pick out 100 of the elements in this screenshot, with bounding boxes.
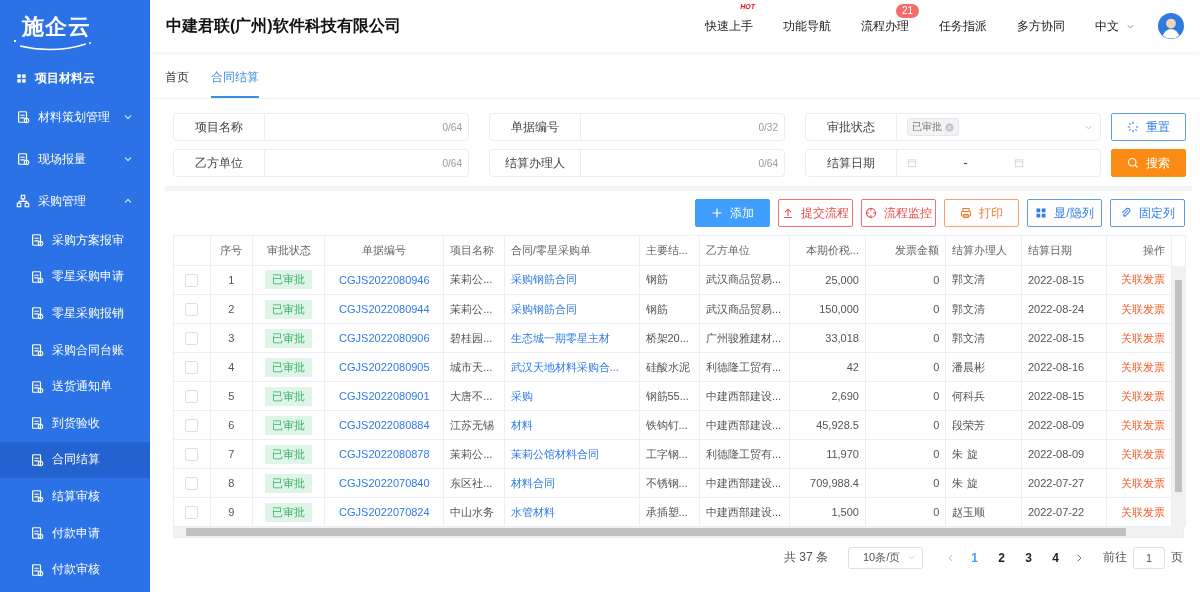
tab[interactable]: 合同结算 [211, 58, 259, 98]
table-link[interactable]: 采购 [510, 389, 533, 402]
table-link[interactable]: 生态城一期零星主材 [510, 331, 610, 344]
table-cell: 硅酸水泥 [639, 352, 700, 382]
table-cell: 25,000 [789, 265, 866, 295]
table-link[interactable]: CGJS2022070824 [339, 506, 430, 518]
page-size-select[interactable]: 10条/页 [848, 546, 923, 569]
table-cell: 中建西部建设... [699, 381, 790, 411]
table-link[interactable]: 采购钢筋合同 [510, 273, 577, 286]
action-link[interactable]: 关联发票 [1121, 331, 1165, 344]
table-cell: 承插塑... [639, 497, 700, 527]
table-link[interactable]: CGJS2022080878 [339, 448, 430, 460]
avatar-icon[interactable] [1158, 13, 1184, 39]
grid-icon [16, 72, 27, 84]
sidebar-item[interactable]: 到货验收 [0, 404, 150, 442]
submit-button[interactable]: 提交流程 [778, 199, 853, 227]
table-cell: 2022-08-15 [1021, 265, 1106, 295]
sidebar-item[interactable]: 采购方案报审 [0, 222, 150, 259]
document-icon [30, 269, 44, 284]
checkbox[interactable] [185, 360, 199, 374]
sidebar-item[interactable]: 零星采购报销 [0, 295, 150, 332]
print-button[interactable]: 打印 [944, 199, 1019, 227]
sidebar-item[interactable]: 送货通知单 [0, 368, 150, 405]
pin-button[interactable]: 固定列 [1110, 199, 1185, 227]
table-link[interactable]: CGJS2022080884 [339, 419, 430, 431]
status-badge: 已审批 [265, 444, 313, 464]
checkbox[interactable] [185, 331, 199, 345]
add-button[interactable]: 添加 [695, 199, 770, 227]
table-cell: 城市天... [443, 352, 505, 382]
document-icon [30, 233, 44, 248]
checkbox[interactable] [185, 302, 199, 316]
sidebar-item[interactable]: 合同结算 [0, 441, 150, 479]
nav-link[interactable]: 流程办理 [861, 18, 909, 33]
table-link[interactable]: CGJS2022080901 [339, 390, 430, 402]
table-cell: 2,690 [789, 381, 866, 411]
table-link[interactable]: 材料 [510, 418, 533, 431]
vertical-scrollbar[interactable] [1172, 265, 1185, 527]
checkbox[interactable] [185, 447, 199, 461]
sidebar-item[interactable]: 付款申请 [0, 514, 150, 552]
table-link[interactable]: 材料合同 [510, 476, 555, 489]
sidebar-item[interactable]: 采购合同台账 [0, 331, 150, 369]
table-cell: 铁钩钉... [639, 410, 700, 440]
checkbox[interactable] [185, 389, 199, 403]
action-link[interactable]: 关联发票 [1121, 505, 1165, 518]
table-link[interactable]: CGJS2022080944 [339, 303, 430, 315]
language-select[interactable]: 中文 [1095, 17, 1136, 35]
previous-icon[interactable] [946, 552, 956, 563]
table-cell: 45,928.5 [789, 410, 866, 440]
table-link[interactable]: 采购钢筋合同 [510, 302, 577, 315]
checkbox[interactable] [185, 418, 199, 432]
sidebar-item[interactable]: 付款审核 [0, 551, 150, 588]
table-link[interactable]: CGJS2022070840 [339, 477, 430, 489]
table-link[interactable]: 武汉天地材料采购合... [510, 360, 619, 373]
horizontal-scrollbar[interactable] [173, 526, 1184, 538]
status-badge: 已审批 [265, 328, 313, 348]
reset-button[interactable]: 重置 [1111, 113, 1186, 141]
table-cell: 武汉商品贸易... [699, 265, 790, 295]
nav-link[interactable]: 任务指派 [939, 18, 987, 33]
column-header: 序号 [210, 236, 253, 265]
table-cell: 2022-08-09 [1021, 439, 1106, 469]
sidebar-item[interactable]: 采购管理 [0, 180, 150, 222]
hierarchy-icon [16, 194, 30, 208]
nav-link[interactable]: 多方协同 [1017, 18, 1065, 33]
page-input[interactable]: 1 [1133, 546, 1165, 569]
paperclip-icon [1120, 207, 1132, 219]
columns-button[interactable]: 显/隐列 [1027, 199, 1102, 227]
document-icon [30, 489, 44, 504]
sidebar-item[interactable]: 材料策划管理 [0, 96, 150, 138]
action-link[interactable]: 关联发票 [1121, 302, 1165, 315]
action-link[interactable]: 关联发票 [1121, 360, 1165, 373]
sidebar-item[interactable]: 零星采购申请 [0, 258, 150, 296]
table-link[interactable]: CGJS2022080906 [339, 332, 430, 344]
table-link[interactable]: 水管材料 [510, 505, 555, 518]
action-link[interactable]: 关联发票 [1121, 476, 1165, 489]
checkbox[interactable] [185, 273, 199, 287]
checkbox[interactable] [185, 476, 199, 490]
search-button[interactable]: 搜索 [1111, 149, 1186, 177]
page-number[interactable]: 2 [988, 550, 1015, 565]
action-link[interactable]: 关联发票 [1121, 389, 1165, 402]
page-number[interactable]: 3 [1015, 550, 1042, 565]
page-number[interactable]: 1 [961, 550, 988, 565]
status-badge: 已审批 [265, 415, 313, 435]
table-cell: 茉莉公... [443, 265, 505, 295]
page-number[interactable]: 4 [1042, 550, 1069, 565]
nav-link[interactable]: 快速上手 [705, 18, 753, 33]
tab[interactable]: 首页 [165, 58, 189, 98]
table-link[interactable]: 茉莉公馆材料合同 [510, 447, 599, 460]
table-link[interactable]: CGJS2022080905 [339, 361, 430, 373]
sidebar-item[interactable]: 项目材料云 [0, 60, 150, 96]
sidebar-item[interactable]: 现场报量 [0, 138, 150, 180]
next-icon[interactable] [1074, 552, 1084, 563]
action-link[interactable]: 关联发票 [1121, 418, 1165, 431]
nav-link[interactable]: 功能导航 [783, 18, 831, 33]
action-link[interactable]: 关联发票 [1121, 447, 1165, 460]
checkbox[interactable] [185, 505, 199, 519]
action-link[interactable]: 关联发票 [1121, 273, 1165, 286]
search-icon [1127, 157, 1139, 169]
table-link[interactable]: CGJS2022080946 [339, 273, 430, 286]
monitor-button[interactable]: 流程监控 [861, 199, 936, 227]
sidebar-item[interactable]: 结算审核 [0, 478, 150, 515]
